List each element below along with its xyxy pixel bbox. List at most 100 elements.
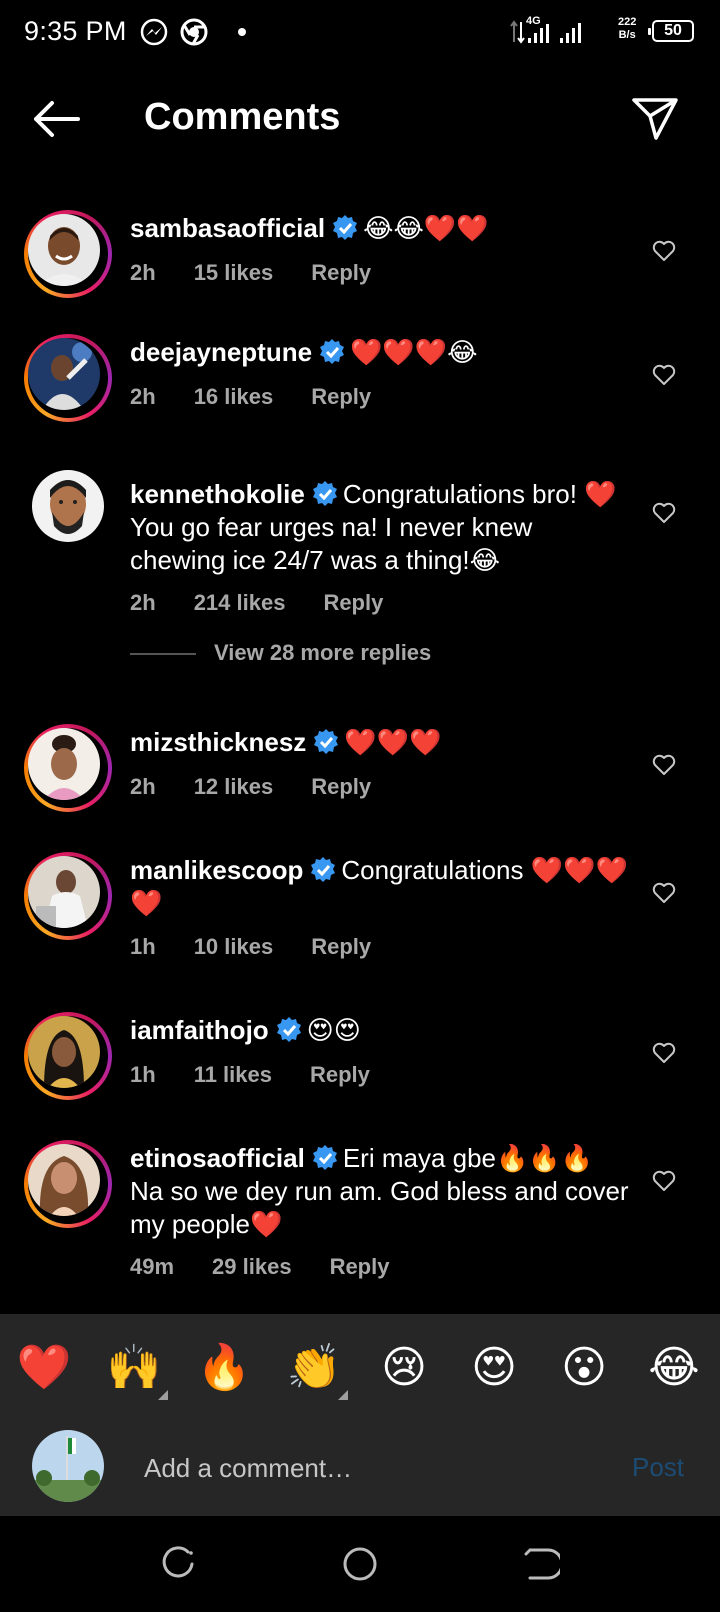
comment-username[interactable]: manlikescoop — [130, 855, 303, 885]
heart-icon[interactable] — [652, 882, 676, 904]
comment-username[interactable]: iamfaithojo — [130, 1015, 269, 1045]
avatar[interactable] — [24, 210, 112, 298]
post-button[interactable]: Post — [632, 1452, 684, 1483]
comment-username[interactable]: kennethokolie — [130, 479, 305, 509]
avatar[interactable] — [24, 724, 112, 812]
comment-time: 2h — [130, 774, 156, 799]
comment-time: 49m — [130, 1254, 175, 1279]
home-icon[interactable] — [340, 1544, 380, 1584]
page-title: Comments — [144, 96, 341, 138]
battery-indicator: 50 — [648, 20, 694, 42]
chrome-icon — [180, 18, 208, 46]
comment-likes[interactable]: 15 likes — [194, 260, 274, 285]
verified-badge-icon — [333, 215, 358, 240]
verified-badge-icon — [311, 857, 336, 882]
comment-meta: 2h 12 likes Reply — [130, 774, 409, 800]
comment-body: 😂😂❤️❤️ — [363, 213, 489, 243]
send-icon[interactable] — [630, 94, 680, 142]
comment-meta: 2h 15 likes Reply — [130, 260, 409, 286]
avatar[interactable] — [24, 462, 112, 550]
comment-time: 1h — [130, 934, 156, 959]
verified-badge-icon — [314, 729, 339, 754]
view-more-replies-label[interactable]: View 28 more replies — [214, 640, 431, 666]
comment-username[interactable]: mizsthicknesz — [130, 727, 306, 757]
avatar-image — [28, 338, 100, 410]
emoji-laughing-button[interactable]: 😂 — [644, 1338, 704, 1398]
skin-tone-indicator — [158, 1390, 168, 1400]
svg-text:4G: 4G — [526, 15, 541, 27]
avatar[interactable] — [24, 1012, 112, 1100]
comment-meta: 1h 10 likes Reply — [130, 934, 409, 960]
avatar[interactable] — [24, 334, 112, 422]
emoji-clap-button[interactable]: 👏 — [284, 1338, 348, 1400]
reply-button[interactable]: Reply — [330, 1254, 390, 1279]
comment-likes[interactable]: 16 likes — [194, 384, 274, 409]
add-comment-bar: Post — [0, 1422, 720, 1516]
back-arrow-icon[interactable] — [28, 96, 84, 142]
comment-meta: 1h 11 likes Reply — [130, 1062, 408, 1088]
comment-body: 😍😍 — [306, 1015, 361, 1045]
heart-icon[interactable] — [652, 1042, 676, 1064]
emoji-heart-eyes-button[interactable]: 😍 — [464, 1338, 524, 1398]
avatar[interactable] — [24, 852, 112, 940]
system-nav-bar — [0, 1516, 720, 1612]
comment-likes[interactable]: 11 likes — [194, 1062, 272, 1087]
avatar[interactable] — [24, 1140, 112, 1228]
verified-badge-icon — [312, 1145, 337, 1170]
emoji-crying-button[interactable]: 😢 — [374, 1338, 434, 1398]
emoji-fire-button[interactable]: 🔥 — [194, 1338, 254, 1398]
verified-badge-icon — [320, 339, 345, 364]
emoji-heart-button[interactable]: ❤️ — [14, 1338, 74, 1398]
emoji-quick-reactions: ❤️ 🙌 🔥 👏 😢 😍 😮 😂 — [0, 1314, 720, 1422]
comment-meta: 2h 16 likes Reply — [130, 384, 409, 410]
notification-dot — [238, 28, 246, 36]
comment-username[interactable]: deejayneptune — [130, 337, 312, 367]
comment-body: ❤️❤️❤️ — [344, 727, 442, 757]
comment-username[interactable]: etinosaofficial — [130, 1143, 305, 1173]
comment-meta: 49m 29 likes Reply — [130, 1254, 427, 1280]
comment-time: 2h — [130, 260, 156, 285]
avatar-image — [28, 856, 100, 928]
status-bar: 9:35 PM 4G 222 B/s 50 — [0, 0, 720, 66]
avatar-image — [28, 1016, 100, 1088]
comment-time: 2h — [130, 384, 156, 409]
heart-icon[interactable] — [652, 502, 676, 524]
heart-icon[interactable] — [652, 364, 676, 386]
header: Comments — [0, 78, 720, 162]
comment-time: 2h — [130, 590, 156, 615]
reply-button[interactable]: Reply — [310, 1062, 370, 1087]
network-speed: 222 B/s — [618, 16, 637, 41]
back-nav-icon[interactable] — [520, 1544, 560, 1584]
avatar-image — [28, 1144, 100, 1216]
comment-time: 1h — [130, 1062, 156, 1087]
heart-icon[interactable] — [652, 754, 676, 776]
comment-likes[interactable]: 214 likes — [194, 590, 286, 615]
reply-button[interactable]: Reply — [323, 590, 383, 615]
heart-icon[interactable] — [652, 240, 676, 262]
reply-button[interactable]: Reply — [311, 774, 371, 799]
comment-meta: 2h 214 likes Reply — [130, 590, 421, 616]
comment-username[interactable]: sambasaofficial — [130, 213, 325, 243]
reply-button[interactable]: Reply — [311, 260, 371, 285]
verified-badge-icon — [312, 481, 337, 506]
verified-badge-icon — [276, 1017, 301, 1042]
avatar-image — [32, 470, 104, 542]
emoji-surprised-button[interactable]: 😮 — [554, 1338, 614, 1398]
my-avatar — [32, 1430, 104, 1502]
recent-apps-icon[interactable] — [160, 1544, 200, 1584]
comment-body: ❤️❤️❤️😂 — [350, 337, 478, 367]
reply-button[interactable]: Reply — [311, 384, 371, 409]
messenger-icon — [140, 18, 168, 46]
comment-likes[interactable]: 29 likes — [212, 1254, 292, 1279]
skin-tone-indicator — [338, 1390, 348, 1400]
reply-button[interactable]: Reply — [311, 934, 371, 959]
comment-input[interactable] — [144, 1448, 584, 1488]
heart-icon[interactable] — [652, 1170, 676, 1192]
signal-icon: 4G — [510, 15, 581, 44]
status-time: 9:35 PM — [24, 16, 127, 46]
emoji-raised-hands-button[interactable]: 🙌 — [104, 1338, 168, 1400]
comment-likes[interactable]: 12 likes — [194, 774, 274, 799]
avatar-image — [28, 214, 100, 286]
comment-likes[interactable]: 10 likes — [194, 934, 274, 959]
avatar-image — [28, 728, 100, 800]
